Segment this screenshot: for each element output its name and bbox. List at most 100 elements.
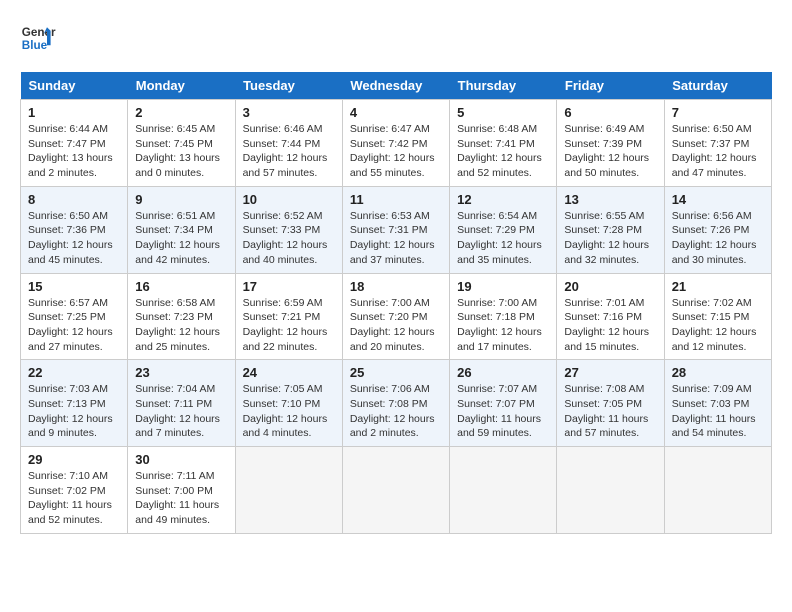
day-number: 13 [564, 192, 656, 207]
calendar-cell: 7 Sunrise: 6:50 AMSunset: 7:37 PMDayligh… [664, 100, 771, 187]
calendar-row: 15 Sunrise: 6:57 AMSunset: 7:25 PMDaylig… [21, 273, 772, 360]
day-info: Sunrise: 7:10 AMSunset: 7:02 PMDaylight:… [28, 470, 112, 526]
col-header-wednesday: Wednesday [342, 72, 449, 100]
calendar-cell: 5 Sunrise: 6:48 AMSunset: 7:41 PMDayligh… [450, 100, 557, 187]
calendar-row: 22 Sunrise: 7:03 AMSunset: 7:13 PMDaylig… [21, 360, 772, 447]
day-info: Sunrise: 6:44 AMSunset: 7:47 PMDaylight:… [28, 123, 113, 179]
day-number: 6 [564, 105, 656, 120]
day-info: Sunrise: 6:49 AMSunset: 7:39 PMDaylight:… [564, 123, 649, 179]
day-info: Sunrise: 6:59 AMSunset: 7:21 PMDaylight:… [243, 297, 328, 353]
day-info: Sunrise: 7:07 AMSunset: 7:07 PMDaylight:… [457, 383, 541, 439]
calendar-cell: 26 Sunrise: 7:07 AMSunset: 7:07 PMDaylig… [450, 360, 557, 447]
day-number: 22 [28, 365, 120, 380]
col-header-saturday: Saturday [664, 72, 771, 100]
day-number: 24 [243, 365, 335, 380]
col-header-thursday: Thursday [450, 72, 557, 100]
day-info: Sunrise: 7:11 AMSunset: 7:00 PMDaylight:… [135, 470, 219, 526]
day-info: Sunrise: 7:01 AMSunset: 7:16 PMDaylight:… [564, 297, 649, 353]
day-info: Sunrise: 6:58 AMSunset: 7:23 PMDaylight:… [135, 297, 220, 353]
day-number: 30 [135, 452, 227, 467]
day-info: Sunrise: 7:08 AMSunset: 7:05 PMDaylight:… [564, 383, 648, 439]
calendar-cell: 3 Sunrise: 6:46 AMSunset: 7:44 PMDayligh… [235, 100, 342, 187]
day-info: Sunrise: 7:09 AMSunset: 7:03 PMDaylight:… [672, 383, 756, 439]
calendar-cell: 8 Sunrise: 6:50 AMSunset: 7:36 PMDayligh… [21, 186, 128, 273]
calendar-cell [342, 447, 449, 534]
calendar-cell: 15 Sunrise: 6:57 AMSunset: 7:25 PMDaylig… [21, 273, 128, 360]
day-number: 8 [28, 192, 120, 207]
day-info: Sunrise: 6:57 AMSunset: 7:25 PMDaylight:… [28, 297, 113, 353]
day-info: Sunrise: 6:45 AMSunset: 7:45 PMDaylight:… [135, 123, 220, 179]
logo: General Blue [20, 20, 56, 56]
calendar-cell [450, 447, 557, 534]
calendar-cell: 25 Sunrise: 7:06 AMSunset: 7:08 PMDaylig… [342, 360, 449, 447]
day-number: 29 [28, 452, 120, 467]
col-header-tuesday: Tuesday [235, 72, 342, 100]
calendar-cell: 18 Sunrise: 7:00 AMSunset: 7:20 PMDaylig… [342, 273, 449, 360]
day-info: Sunrise: 6:50 AMSunset: 7:37 PMDaylight:… [672, 123, 757, 179]
col-header-friday: Friday [557, 72, 664, 100]
calendar-cell: 21 Sunrise: 7:02 AMSunset: 7:15 PMDaylig… [664, 273, 771, 360]
day-number: 4 [350, 105, 442, 120]
day-number: 20 [564, 279, 656, 294]
calendar-cell: 19 Sunrise: 7:00 AMSunset: 7:18 PMDaylig… [450, 273, 557, 360]
calendar-cell: 14 Sunrise: 6:56 AMSunset: 7:26 PMDaylig… [664, 186, 771, 273]
day-info: Sunrise: 6:47 AMSunset: 7:42 PMDaylight:… [350, 123, 435, 179]
day-number: 7 [672, 105, 764, 120]
calendar-cell: 1 Sunrise: 6:44 AMSunset: 7:47 PMDayligh… [21, 100, 128, 187]
calendar-cell: 28 Sunrise: 7:09 AMSunset: 7:03 PMDaylig… [664, 360, 771, 447]
day-number: 25 [350, 365, 442, 380]
day-info: Sunrise: 6:52 AMSunset: 7:33 PMDaylight:… [243, 210, 328, 266]
calendar-cell: 27 Sunrise: 7:08 AMSunset: 7:05 PMDaylig… [557, 360, 664, 447]
calendar-cell: 24 Sunrise: 7:05 AMSunset: 7:10 PMDaylig… [235, 360, 342, 447]
col-header-monday: Monday [128, 72, 235, 100]
header-row: SundayMondayTuesdayWednesdayThursdayFrid… [21, 72, 772, 100]
day-info: Sunrise: 6:53 AMSunset: 7:31 PMDaylight:… [350, 210, 435, 266]
day-number: 11 [350, 192, 442, 207]
day-info: Sunrise: 6:46 AMSunset: 7:44 PMDaylight:… [243, 123, 328, 179]
day-number: 28 [672, 365, 764, 380]
day-info: Sunrise: 7:00 AMSunset: 7:20 PMDaylight:… [350, 297, 435, 353]
calendar-cell [235, 447, 342, 534]
day-info: Sunrise: 7:00 AMSunset: 7:18 PMDaylight:… [457, 297, 542, 353]
calendar-cell [557, 447, 664, 534]
day-number: 16 [135, 279, 227, 294]
day-number: 2 [135, 105, 227, 120]
day-number: 1 [28, 105, 120, 120]
day-info: Sunrise: 6:56 AMSunset: 7:26 PMDaylight:… [672, 210, 757, 266]
calendar-cell: 22 Sunrise: 7:03 AMSunset: 7:13 PMDaylig… [21, 360, 128, 447]
calendar-cell: 10 Sunrise: 6:52 AMSunset: 7:33 PMDaylig… [235, 186, 342, 273]
day-info: Sunrise: 6:50 AMSunset: 7:36 PMDaylight:… [28, 210, 113, 266]
page-header: General Blue [20, 20, 772, 56]
day-number: 19 [457, 279, 549, 294]
calendar-cell: 6 Sunrise: 6:49 AMSunset: 7:39 PMDayligh… [557, 100, 664, 187]
svg-text:Blue: Blue [22, 39, 48, 52]
calendar-cell [664, 447, 771, 534]
calendar-cell: 11 Sunrise: 6:53 AMSunset: 7:31 PMDaylig… [342, 186, 449, 273]
col-header-sunday: Sunday [21, 72, 128, 100]
day-info: Sunrise: 7:06 AMSunset: 7:08 PMDaylight:… [350, 383, 435, 439]
day-number: 15 [28, 279, 120, 294]
day-info: Sunrise: 6:54 AMSunset: 7:29 PMDaylight:… [457, 210, 542, 266]
calendar-row: 1 Sunrise: 6:44 AMSunset: 7:47 PMDayligh… [21, 100, 772, 187]
calendar-cell: 13 Sunrise: 6:55 AMSunset: 7:28 PMDaylig… [557, 186, 664, 273]
day-number: 18 [350, 279, 442, 294]
calendar-cell: 17 Sunrise: 6:59 AMSunset: 7:21 PMDaylig… [235, 273, 342, 360]
calendar-table: SundayMondayTuesdayWednesdayThursdayFrid… [20, 72, 772, 534]
day-number: 17 [243, 279, 335, 294]
calendar-cell: 4 Sunrise: 6:47 AMSunset: 7:42 PMDayligh… [342, 100, 449, 187]
day-info: Sunrise: 7:03 AMSunset: 7:13 PMDaylight:… [28, 383, 113, 439]
calendar-cell: 16 Sunrise: 6:58 AMSunset: 7:23 PMDaylig… [128, 273, 235, 360]
calendar-cell: 12 Sunrise: 6:54 AMSunset: 7:29 PMDaylig… [450, 186, 557, 273]
day-number: 9 [135, 192, 227, 207]
calendar-cell: 30 Sunrise: 7:11 AMSunset: 7:00 PMDaylig… [128, 447, 235, 534]
calendar-cell: 29 Sunrise: 7:10 AMSunset: 7:02 PMDaylig… [21, 447, 128, 534]
day-number: 26 [457, 365, 549, 380]
day-number: 14 [672, 192, 764, 207]
calendar-row: 29 Sunrise: 7:10 AMSunset: 7:02 PMDaylig… [21, 447, 772, 534]
calendar-cell: 2 Sunrise: 6:45 AMSunset: 7:45 PMDayligh… [128, 100, 235, 187]
svg-text:General: General [22, 26, 56, 39]
calendar-row: 8 Sunrise: 6:50 AMSunset: 7:36 PMDayligh… [21, 186, 772, 273]
day-number: 10 [243, 192, 335, 207]
day-number: 27 [564, 365, 656, 380]
day-info: Sunrise: 6:51 AMSunset: 7:34 PMDaylight:… [135, 210, 220, 266]
